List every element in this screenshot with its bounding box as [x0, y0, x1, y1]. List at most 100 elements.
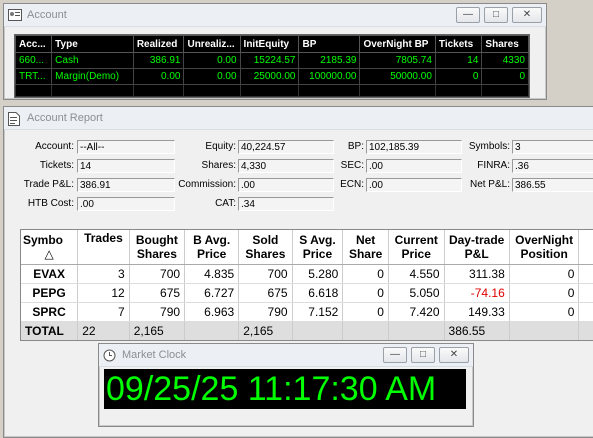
col-overnight-position[interactable]: OverNight Position	[509, 230, 580, 265]
col-s-avg-price[interactable]: S Avg. Price	[292, 230, 344, 265]
report-titlebar[interactable]: Account Report	[4, 107, 593, 130]
cell-bought: 700	[129, 264, 186, 284]
table-row[interactable]: PEPG 12 675 6.727 675 6.618 0 5.050 -74.…	[21, 283, 593, 303]
col-sold-shares[interactable]: Sold Shares	[238, 230, 293, 265]
sort-ascending-icon: △	[44, 247, 54, 261]
cell-current: 7.420	[388, 302, 445, 322]
cell-shares: 0	[481, 68, 529, 85]
positions-header: Symbo △ Trades Bought Shares B Avg. Price S…	[21, 230, 593, 265]
cell-bavg: 6.727	[184, 283, 240, 303]
cell-tickets: 14	[434, 52, 483, 69]
col-symbol[interactable]: Symbo △	[21, 230, 79, 265]
cell-savg: 5.280	[292, 264, 344, 284]
netpl-label: Net P&L:	[469, 179, 510, 190]
col-trades[interactable]: Trades	[77, 230, 130, 265]
total-row: TOTAL 22 2,165 2,165 386.55	[21, 321, 593, 340]
col-bp[interactable]: BP	[298, 35, 361, 53]
cell-realized: 386.91	[132, 52, 185, 69]
cell-daytrade-pl: 149.33	[444, 302, 510, 322]
netpl-value: 386.55	[512, 178, 593, 192]
cell-savg: 6.618	[292, 283, 344, 303]
table-row[interactable]: TRT... Margin(Demo) 0.00 0.00 25000.00 1…	[14, 68, 529, 85]
cell-tickets: 0	[434, 68, 483, 85]
cell-initequity: 25000.00	[239, 68, 300, 85]
maximize-button[interactable]: □	[484, 7, 508, 23]
col-type[interactable]: Type	[51, 35, 134, 53]
commission-label: Commission:	[178, 179, 236, 190]
cell-bavg: 6.963	[184, 302, 240, 322]
ecn-label: ECN:	[340, 179, 364, 190]
report-document-icon	[8, 112, 22, 126]
cell-daytrade-pl: -74.16	[444, 283, 510, 303]
col-unrealized[interactable]: Unrealiz...	[183, 35, 241, 53]
col-bought-shares[interactable]: Bought Shares	[129, 230, 186, 265]
total-sold: 2,165	[238, 321, 293, 340]
account-window-icon	[8, 9, 22, 21]
cell-overnight: 0	[509, 283, 580, 303]
cell-bought: 790	[129, 302, 186, 322]
cell-bavg: 4.835	[184, 264, 240, 284]
report-title: Account Report	[27, 112, 103, 124]
bp-label: BP:	[347, 141, 364, 152]
col-account[interactable]: Acc...	[14, 35, 53, 53]
cell-symbol: PEPG	[21, 283, 79, 303]
col-daytrade-pl[interactable]: Day-trade P&L	[444, 230, 510, 265]
finra-value: .36	[512, 159, 593, 173]
col-tickets[interactable]: Tickets	[434, 35, 483, 53]
close-button[interactable]: ✕	[439, 347, 469, 363]
clock-titlebar[interactable]: Market Clock — □ ✕	[99, 344, 473, 367]
tickets-value: 14	[77, 159, 175, 173]
account-titlebar[interactable]: Account — □ ✕	[4, 4, 546, 27]
summary-fields: Account: --All-- Tickets: 14 Trade P&L: …	[4, 131, 593, 231]
table-row[interactable]: 660... Cash 386.91 0.00 15224.57 2185.39…	[14, 52, 529, 69]
clock-title: Market Clock	[122, 349, 187, 361]
account-window: Account — □ ✕ Acc... Type Realized Unrea…	[3, 3, 547, 100]
close-icon: ✕	[522, 9, 532, 20]
cell-overnight: 0	[509, 264, 580, 284]
shares-value: 4,330	[238, 159, 334, 173]
cell-net: 0	[342, 264, 389, 284]
ecn-value: .00	[366, 178, 462, 192]
cell-sold: 790	[238, 302, 293, 322]
maximize-button[interactable]: □	[411, 347, 435, 363]
total-bought: 2,165	[129, 321, 186, 340]
maximize-icon: □	[492, 9, 500, 20]
cell-trades: 12	[77, 283, 130, 303]
symbols-value: 3	[512, 140, 593, 154]
cell-daytrade-pl: 311.38	[444, 264, 510, 284]
minimize-icon: —	[463, 9, 473, 20]
total-label: TOTAL	[21, 321, 79, 340]
col-realized[interactable]: Realized	[132, 35, 185, 53]
minimize-button[interactable]: —	[383, 347, 407, 363]
cell-symbol: EVAX	[21, 264, 79, 284]
cell-current: 5.050	[388, 283, 445, 303]
col-more[interactable]	[578, 230, 593, 265]
total-daytrade-pl: 386.55	[444, 321, 510, 340]
close-button[interactable]: ✕	[512, 7, 542, 23]
col-current-price[interactable]: Current Price	[388, 230, 445, 265]
col-b-avg-price[interactable]: B Avg. Price	[184, 230, 240, 265]
bp-value: 102,185.39	[366, 140, 462, 154]
cell-current: 4.550	[388, 264, 445, 284]
table-row[interactable]: SPRC 7 790 6.963 790 7.152 0 7.420 149.3…	[21, 302, 593, 322]
cell-initequity: 15224.57	[239, 52, 300, 69]
htbcost-value: .00	[77, 197, 175, 211]
col-initequity[interactable]: InitEquity	[239, 35, 300, 53]
col-overnight-bp[interactable]: OverNight BP	[359, 35, 436, 53]
positions-table: Symbo △ Trades Bought Shares B Avg. Price S…	[20, 229, 593, 341]
finra-label: FINRA:	[477, 160, 510, 171]
tickets-label: Tickets:	[39, 160, 74, 171]
account-selector[interactable]: --All--	[77, 140, 175, 154]
minimize-button[interactable]: —	[456, 7, 480, 23]
col-net-share[interactable]: Net Share	[342, 230, 389, 265]
equity-label: Equity:	[205, 141, 236, 152]
cell-bp: 2185.39	[298, 52, 361, 69]
account-label: Account:	[35, 141, 74, 152]
cat-label: CAT:	[215, 198, 236, 209]
equity-value: 40,224.57	[238, 140, 334, 154]
table-row[interactable]: EVAX 3 700 4.835 700 5.280 0 4.550 311.3…	[21, 264, 593, 284]
cat-value: .34	[238, 197, 334, 211]
cell-account: 660...	[14, 52, 53, 69]
col-shares[interactable]: Shares	[481, 35, 529, 53]
cell-account: TRT...	[14, 68, 53, 85]
